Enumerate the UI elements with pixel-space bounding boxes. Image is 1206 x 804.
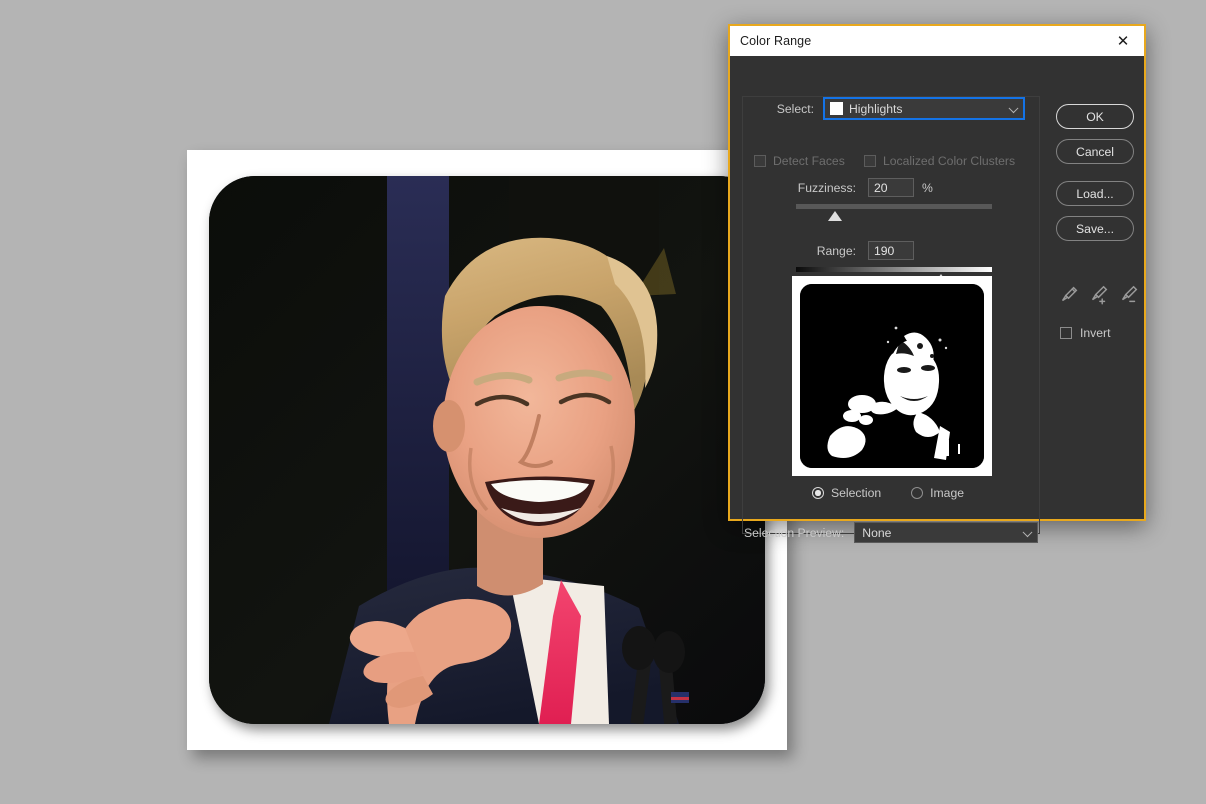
- mask-preview[interactable]: [792, 276, 992, 476]
- dialog-body: Select: Highlights Detect Faces Localize…: [730, 56, 1144, 543]
- fuzziness-row: Fuzziness: 20 %: [744, 178, 933, 197]
- close-icon[interactable]: ✕: [1108, 28, 1138, 54]
- app-root: Color Range ✕ Select: Highlights Detect …: [0, 0, 1206, 804]
- fuzziness-slider[interactable]: [796, 204, 992, 222]
- invert-label: Invert: [1080, 326, 1111, 340]
- radio-selection-label: Selection: [831, 486, 882, 500]
- selection-preview-label: Selection Preview:: [744, 525, 845, 540]
- selection-preview-dropdown[interactable]: None: [854, 522, 1039, 543]
- detect-faces-checkbox[interactable]: [754, 155, 766, 167]
- localized-clusters-checkbox[interactable]: [864, 155, 876, 167]
- localized-clusters-label: Localized Color Clusters: [883, 154, 1016, 168]
- fuzziness-input[interactable]: 20: [868, 178, 914, 197]
- fuzziness-track[interactable]: [796, 204, 992, 209]
- invert-checkbox[interactable]: [1060, 327, 1072, 339]
- invert-row[interactable]: Invert: [1060, 326, 1110, 340]
- select-value: Highlights: [849, 101, 903, 116]
- selection-preview-row: Selection Preview: None: [744, 522, 1039, 543]
- range-track[interactable]: [796, 267, 992, 272]
- document-photo-image[interactable]: [209, 176, 765, 724]
- button-column: OK Cancel Load... Save...: [1056, 104, 1136, 251]
- fuzziness-thumb[interactable]: [828, 211, 843, 221]
- localized-clusters-row[interactable]: Localized Color Clusters: [864, 154, 1015, 168]
- mask-preview-image: [800, 284, 984, 468]
- radio-image-label: Image: [930, 486, 965, 500]
- save-button[interactable]: Save...: [1056, 216, 1134, 241]
- radio-selection-dot[interactable]: [812, 487, 824, 499]
- ok-button[interactable]: OK: [1056, 104, 1134, 129]
- radio-image[interactable]: Image: [911, 486, 964, 500]
- eyedropper-minus-icon[interactable]: [1118, 284, 1140, 306]
- dialog-title: Color Range: [740, 34, 812, 48]
- select-row: Select: Highlights: [758, 97, 1030, 120]
- eyedropper-plus-icon[interactable]: [1088, 284, 1110, 306]
- dialog-titlebar[interactable]: Color Range ✕: [730, 26, 1144, 56]
- preview-mode-radios: Selection Image: [812, 486, 964, 500]
- fuzziness-label: Fuzziness:: [797, 180, 856, 195]
- eyedropper-group: [1058, 284, 1140, 306]
- mask-preview-artwork: [800, 284, 984, 468]
- select-label: Select:: [776, 101, 814, 116]
- radio-selection[interactable]: Selection: [812, 486, 881, 500]
- chevron-down-icon: [1008, 102, 1019, 113]
- chevron-down-icon: [1022, 526, 1033, 537]
- document-photo-page[interactable]: [187, 150, 787, 750]
- detect-faces-row[interactable]: Detect Faces: [754, 154, 845, 168]
- load-button[interactable]: Load...: [1056, 181, 1134, 206]
- selection-preview-value: None: [862, 525, 892, 540]
- select-color-swatch: [830, 102, 843, 115]
- fuzziness-unit: %: [922, 180, 933, 195]
- cancel-button[interactable]: Cancel: [1056, 139, 1134, 164]
- range-row: Range: 190: [744, 241, 914, 260]
- select-dropdown[interactable]: Highlights: [823, 97, 1025, 120]
- detect-faces-label: Detect Faces: [773, 154, 845, 168]
- range-label: Range:: [816, 243, 856, 258]
- color-range-dialog[interactable]: Color Range ✕ Select: Highlights Detect …: [728, 24, 1146, 543]
- radio-image-dot[interactable]: [911, 487, 924, 499]
- range-input[interactable]: 190: [868, 241, 914, 260]
- eyedropper-icon[interactable]: [1058, 284, 1080, 306]
- portrait-artwork: [209, 176, 765, 724]
